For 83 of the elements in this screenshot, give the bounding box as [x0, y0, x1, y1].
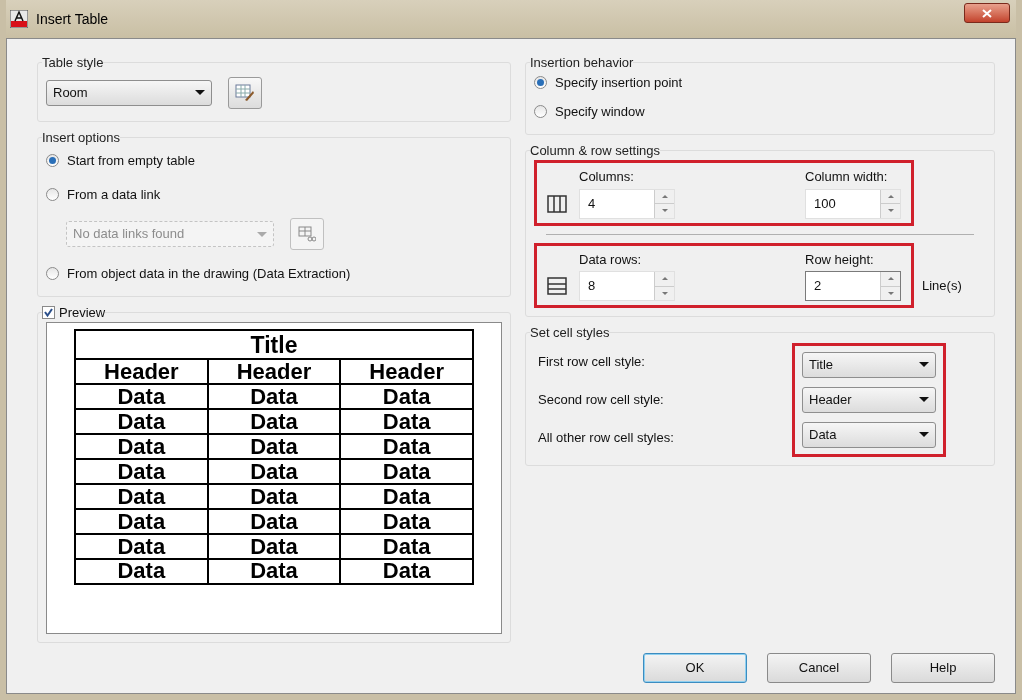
table-cell: Data — [75, 484, 208, 510]
number-field[interactable]: 2 — [805, 271, 901, 301]
dropdown[interactable]: Room — [46, 79, 212, 106]
radio-button[interactable] — [46, 187, 59, 201]
data-link-button[interactable] — [290, 218, 324, 250]
table-cell: Data — [207, 509, 341, 535]
rows-icon — [547, 276, 567, 296]
field-label: Row height: — [805, 250, 875, 269]
table-cell: Data — [75, 509, 208, 535]
group-label: Set cell styles — [530, 324, 610, 342]
table-cell: Data — [207, 384, 341, 410]
radio-button[interactable] — [534, 105, 547, 119]
field-label: Column width: — [805, 168, 889, 186]
number-field[interactable]: 8 — [579, 271, 675, 301]
dialog-button[interactable]: OK — [643, 653, 747, 683]
table-cell: Data — [340, 534, 473, 559]
caret-icon — [919, 397, 929, 402]
table-style-button[interactable] — [228, 76, 262, 109]
unit-label: Line(s) — [922, 276, 962, 295]
table-cell: Data — [75, 409, 208, 435]
close-button[interactable] — [964, 3, 1010, 23]
checkbox-label: Preview — [59, 303, 106, 322]
group-label: Insert options — [42, 128, 121, 147]
table-cell: Data — [340, 384, 473, 410]
table-cell: Data — [75, 459, 208, 485]
table-cell: Data — [207, 534, 341, 559]
dropdown[interactable]: Header — [802, 386, 936, 413]
option-label: From object data in the drawing (Data Extraction) — [67, 265, 351, 283]
field-label: First row cell style: — [538, 352, 646, 371]
table-cell: Data — [75, 384, 208, 410]
table-cell: Data — [340, 434, 473, 460]
spinner[interactable] — [654, 272, 674, 300]
table-cell: Data — [340, 459, 473, 485]
number-field[interactable]: 100 — [805, 188, 901, 219]
table-cell: Data — [75, 534, 208, 559]
number-field[interactable]: 4 — [579, 188, 675, 219]
table-cell: Data — [340, 409, 473, 435]
link-icon — [298, 226, 316, 242]
table-cell: Title — [75, 330, 473, 360]
option-label: From a data link — [67, 185, 161, 204]
field-label: Second row cell style: — [538, 390, 665, 409]
dialog-button[interactable]: Cancel — [767, 653, 871, 683]
group-label: Table style — [42, 54, 104, 72]
spinner[interactable] — [654, 189, 674, 218]
checkbox[interactable] — [42, 305, 55, 319]
spinner[interactable] — [880, 189, 900, 218]
radio-button[interactable] — [46, 267, 59, 281]
table-cell: Data — [340, 558, 473, 584]
spinner[interactable] — [880, 272, 900, 300]
close-icon — [982, 8, 992, 18]
table-cell: Header — [340, 359, 473, 385]
field-label: Data rows: — [579, 250, 643, 269]
table-cell: Data — [340, 509, 473, 535]
table-cell: Data — [207, 459, 341, 485]
radio-button[interactable] — [46, 154, 59, 168]
option-label: Specify insertion point — [555, 73, 683, 92]
group-label: Column & row settings — [530, 141, 661, 160]
caret-icon — [257, 231, 267, 237]
columns-icon — [547, 193, 567, 214]
window-title: Insert Table — [36, 9, 109, 29]
option-label: Specify window — [555, 103, 645, 121]
table-cell: Data — [75, 434, 208, 460]
field-label: Columns: — [579, 168, 635, 186]
table-cell: Header — [207, 359, 341, 385]
dropdown[interactable]: Data — [802, 421, 936, 448]
radio-button[interactable] — [534, 75, 547, 89]
table-cell: Data — [207, 434, 341, 460]
table-cell: Data — [340, 484, 473, 510]
field-label: All other row cell styles: — [538, 428, 675, 447]
table-cell: Header — [75, 359, 208, 385]
table-edit-icon — [235, 83, 255, 102]
table-cell: Data — [207, 558, 341, 584]
caret-icon — [195, 90, 205, 95]
dialog-button[interactable]: Help — [891, 653, 995, 683]
app-icon — [10, 10, 28, 28]
table-cell: Data — [207, 409, 341, 435]
caret-icon — [919, 362, 929, 367]
dropdown[interactable]: Title — [802, 351, 936, 378]
table-cell: Data — [75, 558, 208, 584]
group-label: Insertion behavior — [530, 54, 634, 72]
table-cell: Data — [207, 484, 341, 510]
option-label: Start from empty table — [67, 152, 195, 170]
caret-icon — [919, 432, 929, 437]
